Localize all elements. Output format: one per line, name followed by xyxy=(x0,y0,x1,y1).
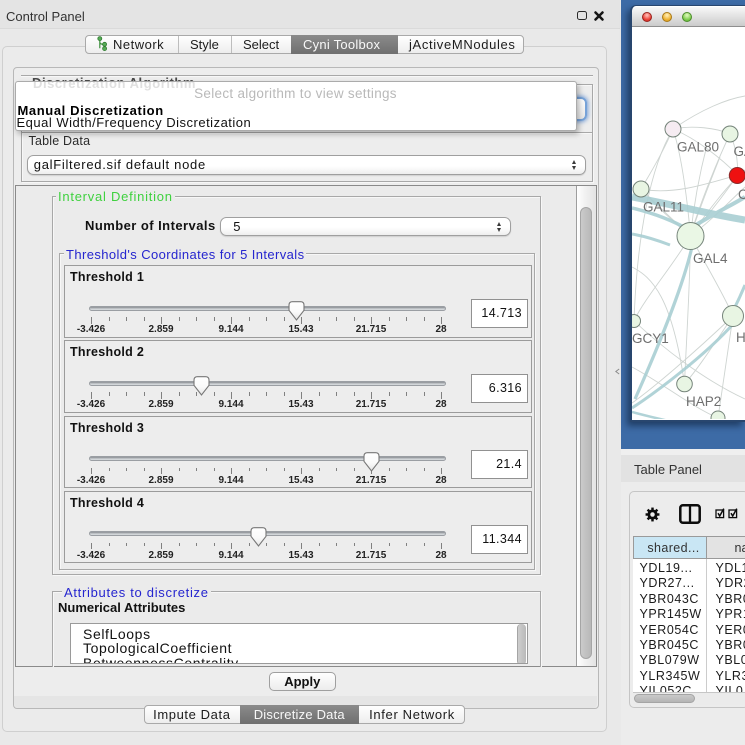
svg-text:GAL4: GAL4 xyxy=(693,251,728,266)
svg-text:GAL80: GAL80 xyxy=(677,140,719,155)
svg-text:GCY1: GCY1 xyxy=(632,331,669,346)
svg-text:HAP2: HAP2 xyxy=(686,394,721,409)
svg-text:C: C xyxy=(738,187,745,202)
svg-text:H: H xyxy=(736,330,745,345)
svg-text:GAL11: GAL11 xyxy=(643,200,684,215)
svg-text:GA: GA xyxy=(734,144,745,159)
